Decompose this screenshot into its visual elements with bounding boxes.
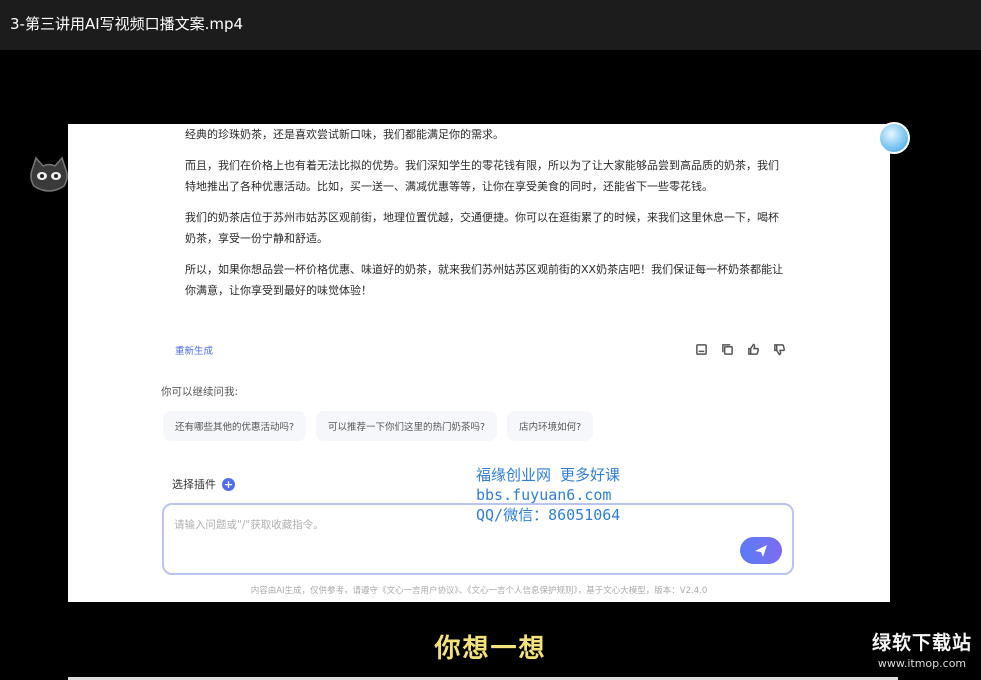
answer-text: 经典的珍珠奶茶，还是喜欢尝试新口味，我们都能满足你的需求。 而且，我们在价格上也… xyxy=(185,124,785,311)
plus-icon[interactable]: + xyxy=(222,477,235,491)
assistant-avatar xyxy=(878,122,910,154)
plugin-selector[interactable]: 选择插件 + xyxy=(172,476,235,492)
answer-paragraph: 而且，我们在价格上也有着无法比拟的优势。我们深知学生的零花钱有限，所以为了让大家… xyxy=(185,158,779,194)
title-bar: 3-第三讲用AI写视频口播文案.mp4 xyxy=(0,0,981,50)
send-icon xyxy=(755,544,767,557)
suggestions-heading: 你可以继续问我: xyxy=(161,386,239,398)
answer-paragraph: 所以，如果你想品尝一杯价格优惠、味道好的奶茶，就来我们苏州姑苏区观前街的XX奶茶… xyxy=(185,262,784,298)
suggestion-chip[interactable]: 还有哪些其他的优惠活动吗? xyxy=(163,411,307,441)
site-watermark: 绿软下载站 www.itmop.com xyxy=(872,628,972,670)
window-title: 3-第三讲用AI写视频口播文案.mp4 xyxy=(10,15,244,33)
mascot-icon xyxy=(30,156,68,192)
watermark: 福缘创业网 更多好课 bbs.fuyuan6.com QQ/微信：8605106… xyxy=(476,465,620,525)
brand-name: 绿软下载站 xyxy=(872,632,973,654)
answer-paragraph: 我们的奶茶店位于苏州市姑苏区观前街，地理位置优越，交通便捷。你可以在逛街累了的时… xyxy=(185,210,779,246)
copy-icon[interactable] xyxy=(720,342,735,357)
thumbs-down-icon[interactable] xyxy=(772,342,787,357)
suggestion-chip[interactable]: 店内环境如何? xyxy=(507,411,594,441)
watermark-line: 福缘创业网 更多好课 xyxy=(476,466,621,484)
regenerate-button[interactable]: 重新生成 xyxy=(175,343,213,357)
send-button[interactable] xyxy=(740,537,782,564)
answer-paragraph: 经典的珍珠奶茶，还是喜欢尝试新口味，我们都能满足你的需求。 xyxy=(185,128,504,141)
video-subtitle: 你想一想 xyxy=(434,634,547,664)
watermark-line: bbs.fuyuan6.com xyxy=(476,486,612,504)
suggestion-chip[interactable]: 可以推荐一下你们这里的热门奶茶吗? xyxy=(316,411,498,441)
thumbs-up-icon[interactable] xyxy=(746,342,761,357)
plugin-label: 选择插件 xyxy=(172,478,216,491)
answer-actions xyxy=(694,342,787,357)
watermark-line: QQ/微信：86051064 xyxy=(476,506,621,524)
brand-url: www.itmop.com xyxy=(877,657,967,670)
chat-window: 经典的珍珠奶茶，还是喜欢尝试新口味，我们都能满足你的需求。 而且，我们在价格上也… xyxy=(68,124,890,602)
save-icon[interactable] xyxy=(694,342,709,357)
suggestion-list: 还有哪些其他的优惠活动吗? 可以推荐一下你们这里的热门奶茶吗? 店内环境如何? xyxy=(163,411,594,441)
disclaimer-footer: 内容由AI生成，仅供参考，请遵守《文心一言用户协议》、《文心一言个人信息保护规则… xyxy=(250,586,708,596)
input-placeholder: 请输入问题或"/"获取收藏指令。 xyxy=(174,519,324,531)
